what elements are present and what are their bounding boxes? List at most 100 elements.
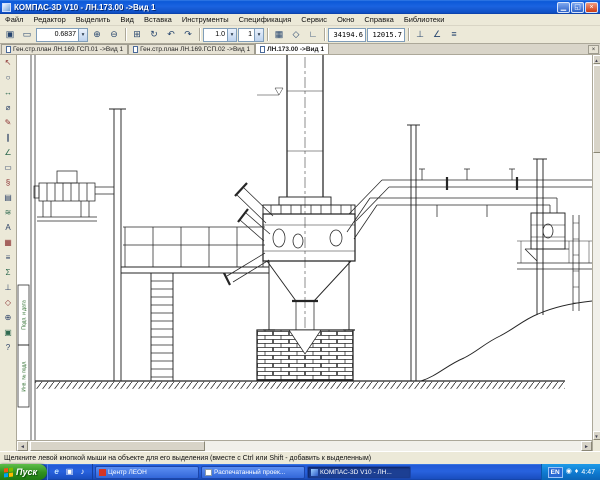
- tool-geometry-button[interactable]: ○: [1, 71, 16, 86]
- tool-selection-frame-button[interactable]: ▭: [1, 161, 16, 176]
- taskbar-item-printed-project[interactable]: Распечатанный проек...: [201, 465, 306, 479]
- cursor-x-field[interactable]: 34194.6: [328, 27, 366, 42]
- menu-select[interactable]: Выделить: [71, 14, 116, 26]
- ortho-button[interactable]: ∟: [305, 27, 321, 43]
- tool-designations-button[interactable]: ⌀: [1, 101, 16, 116]
- tray-agent-icon[interactable]: ♦: [575, 464, 579, 480]
- quick-launch: e ▣ ♪: [47, 464, 94, 480]
- grid-button[interactable]: ▦: [271, 27, 287, 43]
- chevron-down-icon[interactable]: ▾: [78, 28, 87, 41]
- menu-window[interactable]: Окно: [332, 14, 359, 26]
- tool-text-button[interactable]: А: [1, 221, 16, 236]
- ladder[interactable]: [150, 273, 174, 381]
- media-player-icon[interactable]: ♪: [77, 466, 88, 478]
- tool-snap-button[interactable]: ◇: [1, 296, 16, 311]
- cone-and-support[interactable]: [263, 260, 355, 331]
- language-indicator[interactable]: EN: [547, 466, 563, 478]
- next-view-button[interactable]: ↷: [180, 27, 196, 43]
- chevron-down-icon[interactable]: ▾: [227, 28, 236, 41]
- menu-help[interactable]: Справка: [359, 14, 398, 26]
- layer-combo[interactable]: 1 ▾: [238, 27, 264, 42]
- tool-layers-button[interactable]: ≋: [1, 206, 16, 221]
- cursor-y-field[interactable]: 12015.7: [367, 27, 405, 42]
- browser-icon[interactable]: e: [51, 466, 62, 478]
- minimize-button[interactable]: ▁: [557, 1, 570, 13]
- right-wall-column[interactable]: [407, 124, 420, 381]
- zoom-out-button[interactable]: ⊖: [106, 27, 122, 43]
- angle-button[interactable]: ∠: [429, 27, 445, 43]
- zoom-combo[interactable]: 0.6837 ▾: [36, 27, 88, 42]
- system-tray: EN ◉ ♦ 4:47: [540, 464, 600, 480]
- menu-insert[interactable]: Вставка: [139, 14, 177, 26]
- document-icon: [133, 46, 139, 53]
- tray-status-icon[interactable]: ◉: [566, 464, 572, 480]
- tool-zoom-button[interactable]: ⊕: [1, 311, 16, 326]
- show-desktop-icon[interactable]: ▣: [64, 466, 75, 478]
- chimney-stack[interactable]: [257, 55, 332, 206]
- separator: [324, 28, 325, 41]
- start-button[interactable]: Пуск: [0, 464, 48, 480]
- far-right-structure[interactable]: [420, 158, 592, 382]
- vertical-scroll-thumb[interactable]: [593, 65, 600, 153]
- scroll-right-icon[interactable]: ►: [581, 441, 592, 451]
- drawing-canvas[interactable]: Подп. и дата Инв. № подл.: [17, 55, 592, 440]
- menu-libraries[interactable]: Библиотеки: [399, 14, 450, 26]
- ground-line[interactable]: [35, 380, 565, 389]
- tool-editing-button[interactable]: ✎: [1, 116, 16, 131]
- restore-button[interactable]: ◱: [571, 1, 584, 13]
- tab-genplan-01[interactable]: Ген.стр.план ЛН.169.ГСП.01 ->Вид 1: [1, 44, 129, 54]
- tool-table-button[interactable]: ▦: [1, 236, 16, 251]
- sheet-frame[interactable]: Подп. и дата Инв. № подл.: [17, 55, 36, 440]
- menu-view[interactable]: Вид: [115, 14, 139, 26]
- zoom-in-button[interactable]: ⊕: [89, 27, 105, 43]
- close-button[interactable]: ×: [585, 1, 598, 13]
- tool-sheet-button[interactable]: ▣: [1, 326, 16, 341]
- brick-foundation[interactable]: [256, 329, 354, 381]
- tool-reports-button[interactable]: Σ: [1, 266, 16, 281]
- technical-drawing[interactable]: Подп. и дата Инв. № подл.: [17, 55, 592, 440]
- settings-button[interactable]: ≡: [446, 27, 462, 43]
- tool-library-button[interactable]: ≡: [1, 251, 16, 266]
- menu-tools[interactable]: Инструменты: [177, 14, 234, 26]
- zoom-page-button[interactable]: ▣: [2, 27, 18, 43]
- tool-specification-button[interactable]: §: [1, 176, 16, 191]
- tab-close-button[interactable]: ×: [588, 45, 599, 54]
- scroll-up-icon[interactable]: ▲: [592, 55, 600, 64]
- overhead-piping[interactable]: [346, 168, 592, 240]
- taskbar-item-kompas[interactable]: КОМПАС-3D V10 - ЛН...: [307, 465, 412, 479]
- snap-button[interactable]: ◇: [288, 27, 304, 43]
- scroll-down-icon[interactable]: ▼: [592, 431, 600, 440]
- tool-dimensions-button[interactable]: ↔: [1, 86, 16, 101]
- service-platform[interactable]: [121, 226, 269, 274]
- scroll-left-icon[interactable]: ◄: [17, 441, 28, 451]
- title-bar: КОМПАС-3D V10 - ЛН.173.00 ->Вид 1 ▁ ◱ ×: [0, 0, 600, 14]
- menu-file[interactable]: Файл: [0, 14, 28, 26]
- left-pump-unit[interactable]: [33, 170, 114, 222]
- chevron-down-icon[interactable]: ▾: [254, 28, 263, 41]
- menu-specification[interactable]: Спецификация: [234, 14, 297, 26]
- vertical-scrollbar[interactable]: ▲ ▼: [592, 55, 600, 440]
- zoom-value: 0.6837: [54, 31, 76, 38]
- tab-genplan-02[interactable]: Ген.стр.план ЛН.169.ГСП.02 ->Вид 1: [128, 44, 256, 54]
- right-scroll-column: ▲ ▼: [592, 55, 600, 451]
- tool-parametrics-button[interactable]: ∥: [1, 131, 16, 146]
- perpendicular-button[interactable]: ⊥: [412, 27, 428, 43]
- tool-measure-button[interactable]: ∠: [1, 146, 16, 161]
- tool-help-button[interactable]: ?: [1, 341, 16, 356]
- horizontal-scrollbar[interactable]: ◄ ►: [17, 440, 592, 451]
- menu-service[interactable]: Сервис: [296, 14, 332, 26]
- tab-ln173[interactable]: ЛН.173.00 ->Вид 1: [255, 43, 330, 54]
- apparatus-body[interactable]: [223, 182, 356, 286]
- tool-aux-lines-button[interactable]: ⊥: [1, 281, 16, 296]
- pan-button[interactable]: ⊞: [129, 27, 145, 43]
- horizontal-scroll-thumb[interactable]: [30, 441, 205, 451]
- zoom-frame-button[interactable]: ▭: [19, 27, 35, 43]
- scrollbar-corner: [593, 440, 600, 451]
- menu-editor[interactable]: Редактор: [28, 14, 70, 26]
- taskbar-item-leon[interactable]: Центр ЛЕОН: [95, 465, 200, 479]
- tool-select-button[interactable]: ↖: [1, 56, 16, 71]
- refresh-button[interactable]: ↻: [146, 27, 162, 43]
- prev-view-button[interactable]: ↶: [163, 27, 179, 43]
- step-combo[interactable]: 1.0 ▾: [203, 27, 237, 42]
- tool-views-button[interactable]: ▤: [1, 191, 16, 206]
